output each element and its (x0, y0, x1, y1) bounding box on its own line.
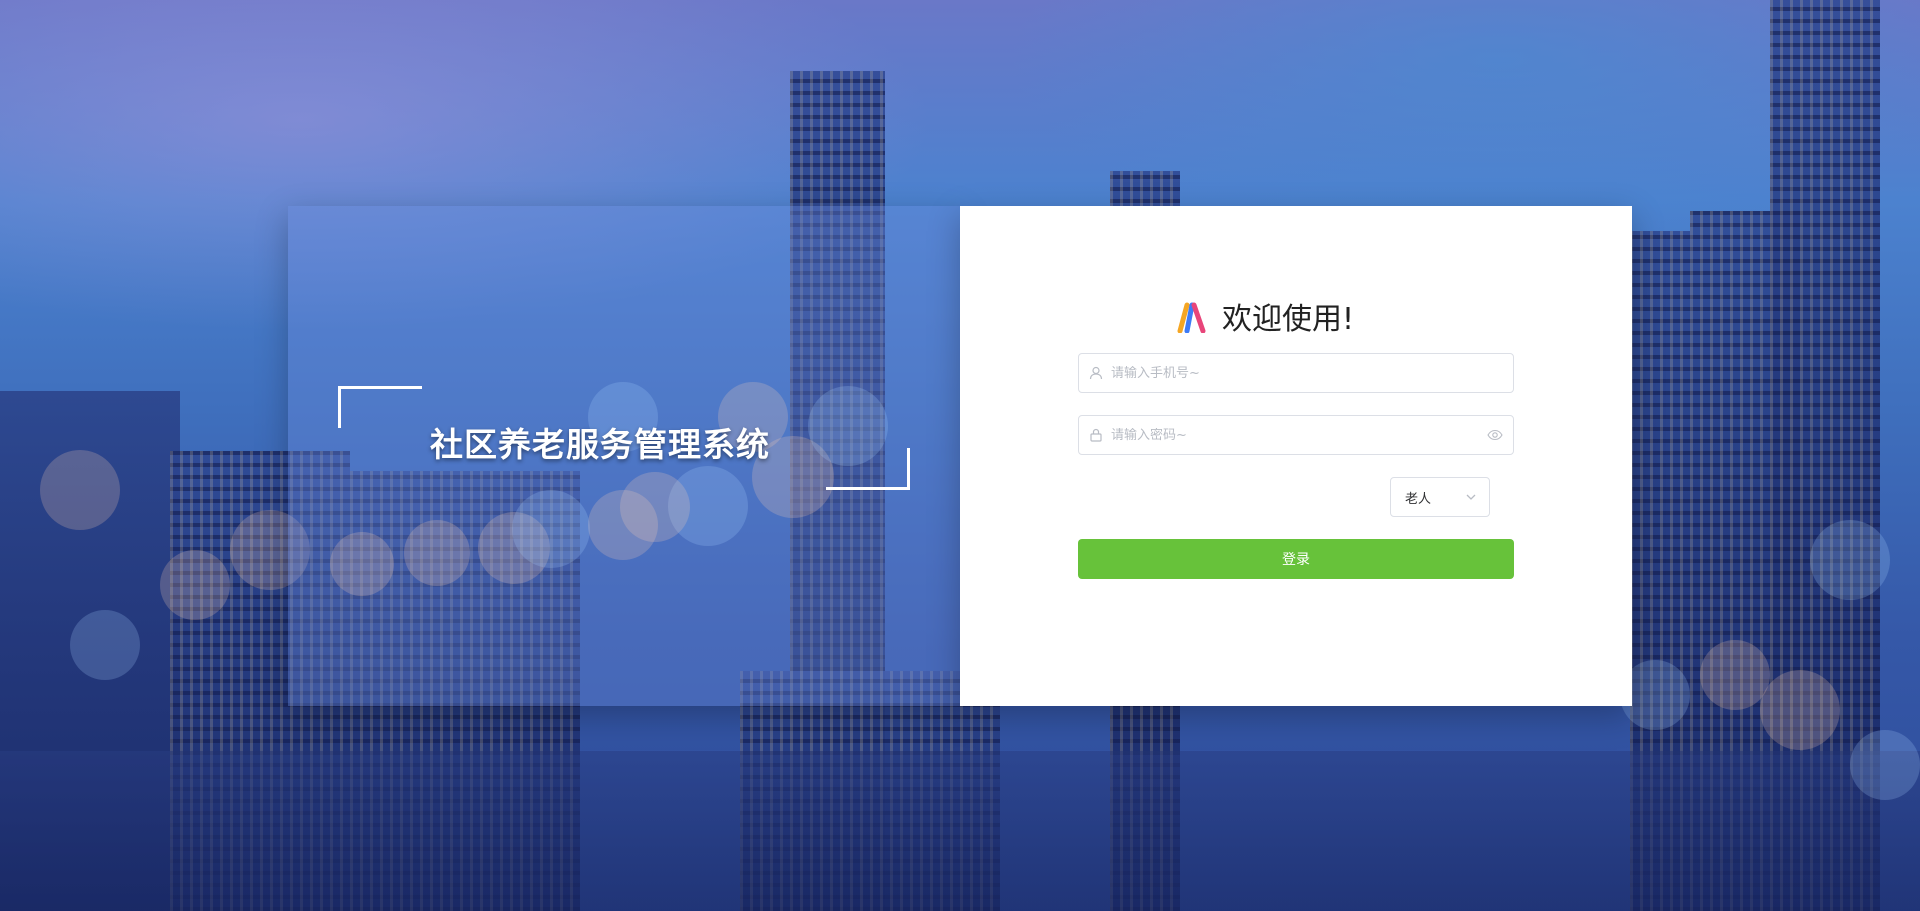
welcome-text: 欢迎使用! (1222, 302, 1355, 337)
app-logo-icon (1177, 302, 1206, 333)
system-title: 社区养老服务管理系统 (430, 425, 770, 464)
user-icon (1089, 366, 1103, 380)
login-panel (960, 206, 1632, 706)
phone-input[interactable] (1111, 365, 1503, 381)
bokeh-light (330, 532, 394, 596)
eye-icon[interactable] (1487, 427, 1503, 443)
welcome-header: 欢迎使用! (1176, 296, 1355, 337)
bokeh-light (40, 450, 120, 530)
bokeh-light (1850, 730, 1920, 800)
login-button[interactable]: 登录 (1078, 539, 1514, 579)
bokeh-light (620, 472, 690, 542)
role-select[interactable]: 老人 (1390, 477, 1490, 517)
lock-icon (1090, 428, 1102, 442)
bokeh-light (1810, 520, 1890, 600)
bokeh-light (1760, 670, 1840, 750)
bokeh-light (512, 490, 590, 568)
password-field[interactable] (1078, 415, 1514, 455)
corner-bracket-top-left (338, 386, 422, 428)
corner-bracket-bottom-right (826, 448, 910, 490)
bokeh-light (1700, 640, 1770, 710)
bokeh-light (70, 610, 140, 680)
chevron-down-icon (1466, 494, 1476, 500)
role-select-value: 老人 (1405, 491, 1432, 507)
bokeh-light (404, 520, 470, 586)
bokeh-light (160, 550, 230, 620)
phone-field[interactable] (1078, 353, 1514, 393)
password-input[interactable] (1111, 427, 1481, 443)
ground (0, 751, 1920, 911)
